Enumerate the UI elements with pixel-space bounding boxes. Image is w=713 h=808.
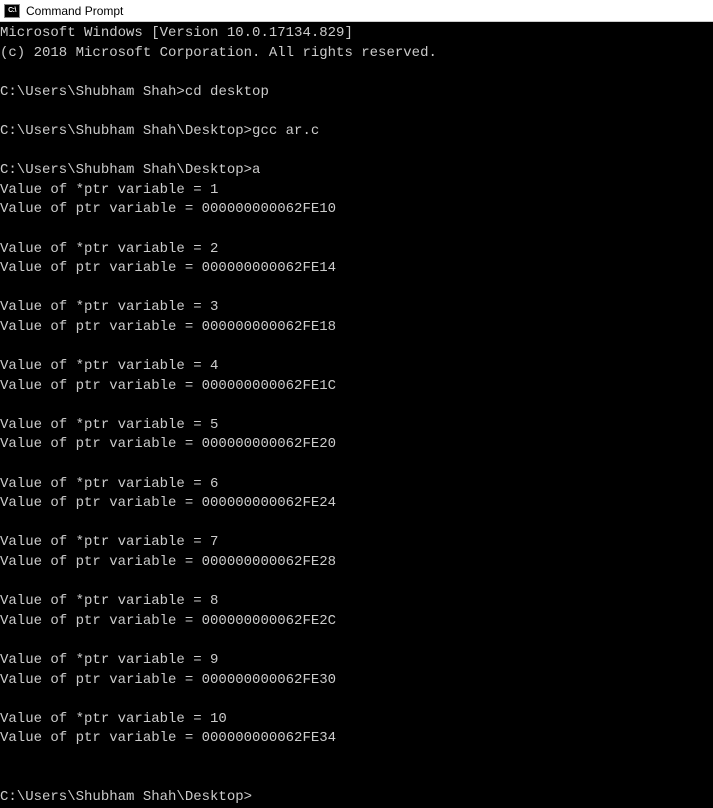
command-text: cd desktop xyxy=(185,84,269,100)
output-line: Value of *ptr variable = 10 xyxy=(0,711,227,727)
output-line: Value of *ptr variable = 3 xyxy=(0,299,218,315)
output-line: Value of ptr variable = 000000000062FE1C xyxy=(0,378,336,394)
output-line: Value of ptr variable = 000000000062FE18 xyxy=(0,319,336,335)
version-line: Microsoft Windows [Version 10.0.17134.82… xyxy=(0,25,353,41)
output-line: Value of *ptr variable = 2 xyxy=(0,241,218,257)
command-text: a xyxy=(252,162,260,178)
output-line: Value of ptr variable = 000000000062FE2C xyxy=(0,613,336,629)
prompt: C:\Users\Shubham Shah> xyxy=(0,84,185,100)
output-line: Value of *ptr variable = 5 xyxy=(0,417,218,433)
output-line: Value of ptr variable = 000000000062FE30 xyxy=(0,672,336,688)
terminal-output[interactable]: Microsoft Windows [Version 10.0.17134.82… xyxy=(0,22,713,808)
window-titlebar[interactable]: C:\ Command Prompt xyxy=(0,0,713,22)
command-text: gcc ar.c xyxy=(252,123,319,139)
output-line: Value of ptr variable = 000000000062FE14 xyxy=(0,260,336,276)
output-line: Value of ptr variable = 000000000062FE24 xyxy=(0,495,336,511)
output-line: Value of ptr variable = 000000000062FE20 xyxy=(0,436,336,452)
output-line: Value of *ptr variable = 1 xyxy=(0,182,218,198)
output-line: Value of *ptr variable = 6 xyxy=(0,476,218,492)
output-line: Value of ptr variable = 000000000062FE28 xyxy=(0,554,336,570)
prompt: C:\Users\Shubham Shah\Desktop> xyxy=(0,162,252,178)
copyright-line: (c) 2018 Microsoft Corporation. All righ… xyxy=(0,45,437,61)
prompt: C:\Users\Shubham Shah\Desktop> xyxy=(0,789,252,805)
output-line: Value of *ptr variable = 9 xyxy=(0,652,218,668)
output-line: Value of ptr variable = 000000000062FE34 xyxy=(0,730,336,746)
output-line: Value of *ptr variable = 8 xyxy=(0,593,218,609)
window-title: Command Prompt xyxy=(26,4,123,18)
prompt: C:\Users\Shubham Shah\Desktop> xyxy=(0,123,252,139)
cmd-icon: C:\ xyxy=(4,4,20,18)
output-line: Value of *ptr variable = 4 xyxy=(0,358,218,374)
output-line: Value of ptr variable = 000000000062FE10 xyxy=(0,201,336,217)
output-line: Value of *ptr variable = 7 xyxy=(0,534,218,550)
